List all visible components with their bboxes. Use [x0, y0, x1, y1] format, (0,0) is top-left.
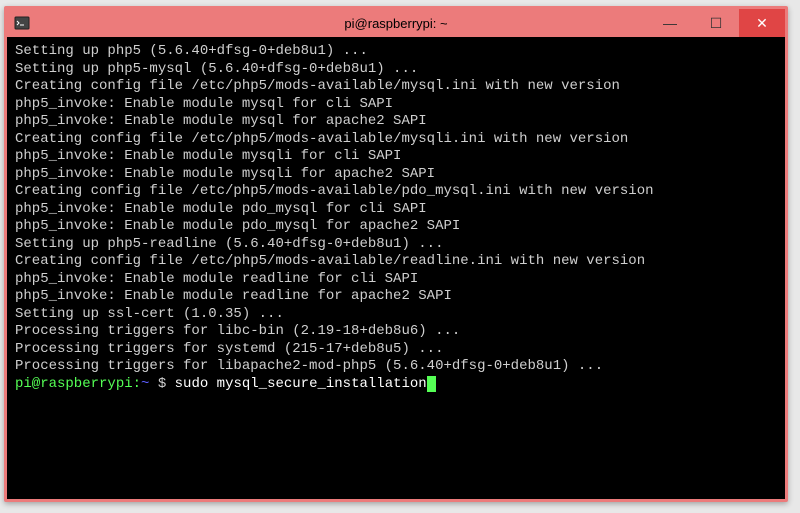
output-line: php5_invoke: Enable module mysqli for ap…: [15, 166, 777, 184]
maximize-button[interactable]: ☐: [693, 9, 739, 37]
minimize-button[interactable]: —: [647, 9, 693, 37]
output-line: php5_invoke: Enable module mysql for cli…: [15, 96, 777, 114]
output-line: Setting up php5 (5.6.40+dfsg-0+deb8u1) .…: [15, 43, 777, 61]
terminal-output[interactable]: Setting up php5 (5.6.40+dfsg-0+deb8u1) .…: [7, 37, 785, 499]
output-line: Processing triggers for systemd (215-17+…: [15, 341, 777, 359]
titlebar[interactable]: pi@raspberrypi: ~ — ☐ ✕: [7, 9, 785, 37]
prompt-colon: :: [133, 376, 141, 392]
output-line: php5_invoke: Enable module readline for …: [15, 288, 777, 306]
output-line: php5_invoke: Enable module pdo_mysql for…: [15, 201, 777, 219]
output-line: php5_invoke: Enable module mysqli for cl…: [15, 148, 777, 166]
output-line: php5_invoke: Enable module pdo_mysql for…: [15, 218, 777, 236]
command-input[interactable]: sudo mysql_secure_installation: [175, 376, 427, 392]
output-line: Creating config file /etc/php5/mods-avai…: [15, 253, 777, 271]
terminal-window: pi@raspberrypi: ~ — ☐ ✕ Setting up php5 …: [4, 6, 788, 502]
output-line: Setting up php5-mysql (5.6.40+dfsg-0+deb…: [15, 61, 777, 79]
window-controls: — ☐ ✕: [647, 9, 785, 37]
cursor-icon: [427, 376, 436, 392]
output-line: php5_invoke: Enable module readline for …: [15, 271, 777, 289]
terminal-icon: [13, 14, 31, 32]
output-line: php5_invoke: Enable module mysql for apa…: [15, 113, 777, 131]
prompt-user-host: pi@raspberrypi: [15, 376, 133, 392]
output-line: Creating config file /etc/php5/mods-avai…: [15, 78, 777, 96]
output-line: Setting up php5-readline (5.6.40+dfsg-0+…: [15, 236, 777, 254]
output-line: Creating config file /etc/php5/mods-avai…: [15, 131, 777, 149]
close-button[interactable]: ✕: [739, 9, 785, 37]
window-title: pi@raspberrypi: ~: [344, 16, 447, 31]
output-line: Processing triggers for libc-bin (2.19-1…: [15, 323, 777, 341]
prompt-symbol: $: [149, 376, 174, 392]
output-line: Creating config file /etc/php5/mods-avai…: [15, 183, 777, 201]
prompt-line: pi@raspberrypi:~ $ sudo mysql_secure_ins…: [15, 376, 777, 394]
output-line: Setting up ssl-cert (1.0.35) ...: [15, 306, 777, 324]
output-line: Processing triggers for libapache2-mod-p…: [15, 358, 777, 376]
